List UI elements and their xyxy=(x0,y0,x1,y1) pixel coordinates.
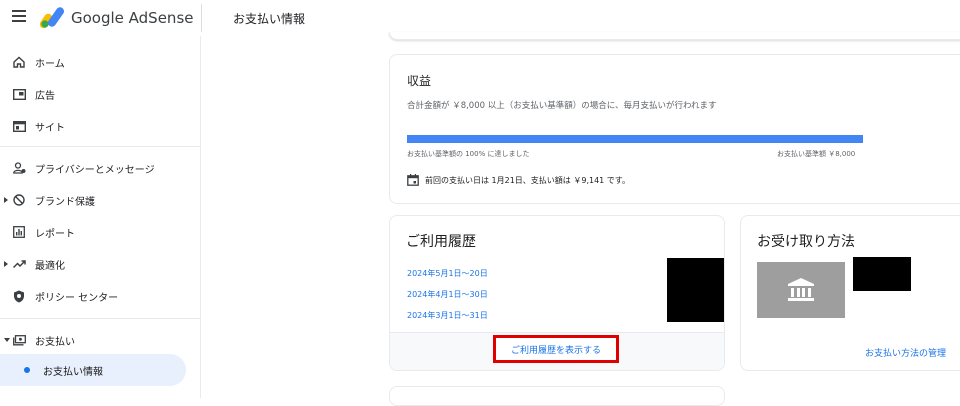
sidebar-item-label: ホーム xyxy=(35,58,65,70)
sidebar-item-label: お支払い xyxy=(35,336,75,348)
trending-icon xyxy=(11,256,27,272)
progress-status-label: お支払い基準額の 100% に達しました xyxy=(407,150,530,158)
page-title: お支払い情報 xyxy=(233,12,306,26)
payment-threshold-progress xyxy=(407,135,863,143)
sidebar-item-policy-center[interactable]: ポリシー センター xyxy=(0,280,186,312)
report-icon xyxy=(11,224,27,240)
redacted-amounts xyxy=(667,258,724,322)
sidebar-item-ads[interactable]: 広告 xyxy=(0,78,186,110)
sidebar-item-label: 広告 xyxy=(35,90,55,102)
sidebar-item-brand-safety[interactable]: ブランド保護 xyxy=(0,184,186,216)
header-divider xyxy=(201,4,202,32)
sidebar-item-payments[interactable]: お支払い xyxy=(0,324,186,356)
menu-icon[interactable] xyxy=(12,10,26,22)
sidebar-item-optimization[interactable]: 最適化 xyxy=(0,248,186,280)
view-transactions-label: ご利用履歴を表示する xyxy=(510,345,601,356)
adsense-logo-icon xyxy=(40,7,65,28)
earnings-description: 合計金額が ￥8,000 以上（お支払い基準額）の場合に、毎月支払いが行われます xyxy=(407,101,717,111)
progress-fill xyxy=(407,135,863,143)
sidebar-item-privacy[interactable]: プライバシーとメッセージ xyxy=(0,152,186,184)
sidebar-item-label: 最適化 xyxy=(35,260,65,272)
earnings-card: 収益 合計金額が ￥8,000 以上（お支払い基準額）の場合に、毎月支払いが行わ… xyxy=(389,54,960,204)
transaction-period-link[interactable]: 2024年4月1日〜30日 xyxy=(407,289,488,300)
next-card-top xyxy=(389,386,725,406)
earnings-title: 収益 xyxy=(407,74,432,88)
threshold-label: お支払い基準額 ￥8,000 xyxy=(777,150,856,158)
home-icon xyxy=(11,54,27,70)
last-payment-row: 前回の支払い日は 1月21日、支払い額は ￥9,141 です。 xyxy=(407,173,630,187)
previous-card-bottom xyxy=(389,32,960,40)
collapse-arrow-icon[interactable] xyxy=(4,338,10,342)
sidebar-divider xyxy=(0,318,201,319)
expand-arrow-icon[interactable] xyxy=(4,261,8,267)
payment-method-card: お受け取り方法 お支払い方法の管理 xyxy=(740,215,960,371)
sidebar-item-label: プライバシーとメッセージ xyxy=(35,164,155,176)
transactions-card: ご利用履歴 2024年5月1日〜20日 2024年4月1日〜30日 2024年3… xyxy=(389,215,725,371)
sidebar-item-home[interactable]: ホーム xyxy=(0,46,186,78)
sidebar-item-label: お支払い情報 xyxy=(43,366,103,378)
sidebar-item-reports[interactable]: レポート xyxy=(0,216,186,248)
active-dot-icon xyxy=(24,367,30,373)
sidebar-item-label: ポリシー センター xyxy=(35,292,119,304)
sidebar-item-payment-info[interactable]: お支払い情報 xyxy=(0,354,186,386)
main-content: 収益 合計金額が ￥8,000 以上（お支払い基準額）の場合に、毎月支払いが行わ… xyxy=(202,32,960,406)
sidebar-item-label: サイト xyxy=(35,122,65,134)
bank-icon xyxy=(788,278,814,301)
manage-payment-methods-link[interactable]: お支払い方法の管理 xyxy=(865,346,946,359)
sites-icon xyxy=(11,118,27,134)
transactions-card-footer: ご利用履歴を表示する xyxy=(390,332,724,370)
privacy-icon xyxy=(11,160,27,176)
transaction-period-link[interactable]: 2024年3月1日〜31日 xyxy=(407,310,488,321)
sidebar-divider xyxy=(0,146,201,147)
sidebar-item-sites[interactable]: サイト xyxy=(0,110,186,142)
payment-method-title: お受け取り方法 xyxy=(757,234,855,250)
top-app-bar: Google AdSense お支払い情報 xyxy=(0,0,960,36)
app-brand[interactable]: Google AdSense xyxy=(71,9,193,27)
block-icon xyxy=(11,192,27,208)
sidebar-item-label: ブランド保護 xyxy=(35,196,95,208)
last-payment-text: 前回の支払い日は 1月21日、支払い額は ￥9,141 です。 xyxy=(425,175,630,185)
expand-arrow-icon[interactable] xyxy=(4,197,8,203)
sidebar-nav: ホーム 広告 サイト プライバシーとメッセージ ブランド保護 レポート 最適化 … xyxy=(0,36,201,398)
view-transactions-button[interactable]: ご利用履歴を表示する xyxy=(493,335,619,363)
bank-tile xyxy=(757,262,845,318)
transactions-title: ご利用履歴 xyxy=(406,234,476,250)
redacted-bank-info xyxy=(853,257,911,291)
calendar-icon xyxy=(407,174,419,186)
payments-icon xyxy=(11,332,27,348)
transaction-period-link[interactable]: 2024年5月1日〜20日 xyxy=(407,268,488,279)
ads-icon xyxy=(11,86,27,102)
shield-icon xyxy=(11,288,27,304)
sidebar-item-label: レポート xyxy=(35,228,75,240)
